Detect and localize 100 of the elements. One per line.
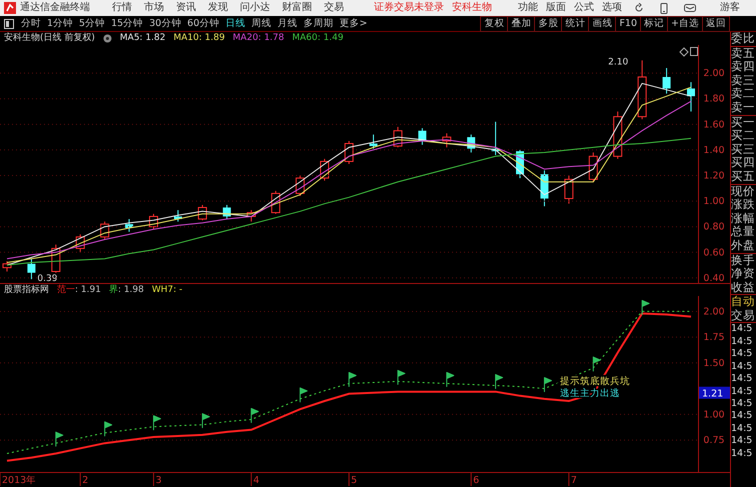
legend-value: : 1.89 bbox=[198, 32, 225, 45]
falling-candle bbox=[492, 121, 500, 156]
quote-label: 收益 bbox=[731, 280, 756, 294]
falling-candle bbox=[27, 258, 36, 280]
axis-label: 6 bbox=[473, 475, 480, 486]
legend-value: : 1.82 bbox=[140, 32, 166, 45]
quote-label: 买一 bbox=[731, 116, 756, 130]
status-text: 证券交易未登录 bbox=[374, 0, 444, 15]
quote-label: 现价 bbox=[731, 184, 756, 198]
rising-candle bbox=[198, 204, 207, 221]
falling-candle bbox=[369, 134, 378, 150]
falling-candle bbox=[467, 134, 476, 153]
menu-item[interactable]: 公式 bbox=[570, 0, 598, 16]
user-label[interactable]: 游客 bbox=[720, 0, 740, 16]
menu-item[interactable]: 市场 bbox=[138, 0, 170, 16]
axis-label: 5 bbox=[351, 475, 358, 486]
axis-label: 0.75 bbox=[703, 435, 725, 446]
legend-value: : 1.78 bbox=[258, 32, 284, 45]
falling-candle bbox=[418, 128, 426, 146]
axis-label: 4 bbox=[253, 475, 260, 486]
period-tab[interactable]: 1分钟 bbox=[44, 16, 76, 32]
toolbar-button[interactable]: 复权 bbox=[480, 16, 508, 32]
quote-label: 卖一 bbox=[731, 100, 756, 115]
time-label: 14:5 bbox=[731, 336, 754, 348]
falling-candle bbox=[687, 82, 695, 112]
toolbar-button[interactable]: 多股 bbox=[534, 16, 562, 32]
rising-candle bbox=[442, 132, 452, 148]
period-tab[interactable]: 月线 bbox=[274, 16, 300, 32]
time-label: 14:5 bbox=[731, 323, 754, 336]
menu-item[interactable]: 财富圈 bbox=[276, 0, 318, 16]
legend-label: MA10 bbox=[173, 32, 199, 45]
toolbar-button[interactable]: F10 bbox=[615, 16, 642, 32]
menu-item[interactable]: 行情 bbox=[106, 0, 138, 16]
time-label: 14:5 bbox=[731, 422, 754, 436]
app-title: 通达信金融终端 bbox=[20, 0, 90, 15]
axis-label: 1.00 bbox=[703, 196, 725, 208]
axis-label: 2.00 bbox=[703, 68, 725, 80]
time-label: 14:5 bbox=[731, 448, 754, 460]
rising-candle bbox=[393, 126, 402, 148]
time-label: 14:5 bbox=[731, 435, 754, 448]
panel-icon[interactable] bbox=[4, 18, 14, 28]
menu-item[interactable]: 选项 bbox=[598, 0, 626, 16]
mode-label[interactable]: 自动 bbox=[731, 295, 756, 309]
axis-label: 3 bbox=[156, 475, 162, 486]
quote-label: 买四 bbox=[731, 156, 756, 170]
rising-candle bbox=[149, 213, 158, 230]
axis-label: 1.75 bbox=[703, 332, 725, 344]
quote-label: 涨跌 bbox=[731, 198, 756, 212]
menu-item[interactable]: 交易 bbox=[318, 0, 350, 16]
quote-label: 涨幅 bbox=[731, 212, 756, 226]
stock-name: 安科生物 bbox=[452, 0, 492, 15]
quote-label: 卖四 bbox=[731, 60, 756, 74]
axis-label: 1.60 bbox=[703, 119, 725, 130]
legend-label: MA20 bbox=[232, 32, 258, 45]
axis-label: 2013年 bbox=[2, 475, 36, 486]
menu-item[interactable]: 问小达 bbox=[234, 0, 276, 16]
toolbar-button[interactable]: 返回 bbox=[702, 16, 730, 32]
menu-item[interactable]: 资讯 bbox=[170, 0, 202, 16]
period-tab[interactable]: 分时 bbox=[18, 16, 44, 32]
quote-label: 外盘 bbox=[731, 238, 756, 252]
app-logo-icon bbox=[4, 2, 16, 14]
toolbar-button[interactable]: 标记 bbox=[640, 16, 668, 32]
axis-label: 1.40 bbox=[703, 144, 725, 156]
chart-title: 安科生物(日线 前复权) bbox=[4, 32, 95, 45]
price-annotation: 2.10 bbox=[608, 57, 628, 68]
quote-label: 卖三 bbox=[731, 74, 756, 88]
period-tab[interactable]: 多周期 bbox=[300, 16, 336, 32]
legend-label: 界 bbox=[108, 284, 118, 296]
chart-title: 股票指标网 bbox=[4, 284, 49, 296]
toolbar-button[interactable]: 画线 bbox=[588, 16, 616, 32]
falling-candle bbox=[222, 204, 231, 220]
quote-label: 委比 bbox=[731, 32, 756, 46]
axis-label: 1.00 bbox=[703, 409, 725, 420]
refresh-icon[interactable] bbox=[634, 3, 644, 13]
period-tab[interactable]: 5分钟 bbox=[76, 16, 108, 32]
quote-label: 卖五 bbox=[731, 46, 756, 60]
falling-candle bbox=[662, 68, 671, 94]
message-icon[interactable] bbox=[684, 4, 696, 12]
rising-candle bbox=[100, 221, 110, 240]
toolbar-button[interactable]: 统计 bbox=[561, 16, 590, 32]
menu-item[interactable]: 功能 bbox=[514, 0, 542, 16]
period-tab[interactable]: 日线 bbox=[222, 16, 248, 32]
time-label: 14:5 bbox=[731, 373, 754, 386]
legend-label: MA5 bbox=[120, 32, 140, 45]
toolbar-button[interactable]: +自选 bbox=[667, 16, 703, 32]
legend-label: 范一 bbox=[57, 284, 75, 296]
time-label: 14:5 bbox=[731, 348, 754, 361]
axis-label: 1.20 bbox=[703, 170, 725, 182]
toolbar-button[interactable]: 叠加 bbox=[507, 16, 536, 32]
legend-value: WH7: - bbox=[152, 284, 182, 296]
rising-candle bbox=[76, 234, 85, 253]
period-tab[interactable]: 更多> bbox=[336, 16, 370, 32]
period-tab[interactable]: 周线 bbox=[248, 16, 274, 32]
period-tab[interactable]: 15分钟 bbox=[108, 16, 146, 32]
period-tab[interactable]: 30分钟 bbox=[146, 16, 184, 32]
menu-item[interactable]: 版面 bbox=[542, 0, 570, 16]
period-tab[interactable]: 60分钟 bbox=[184, 16, 222, 32]
menu-item[interactable]: 发现 bbox=[202, 0, 234, 16]
phone-icon[interactable] bbox=[660, 2, 668, 14]
settings-icon[interactable] bbox=[102, 34, 112, 43]
